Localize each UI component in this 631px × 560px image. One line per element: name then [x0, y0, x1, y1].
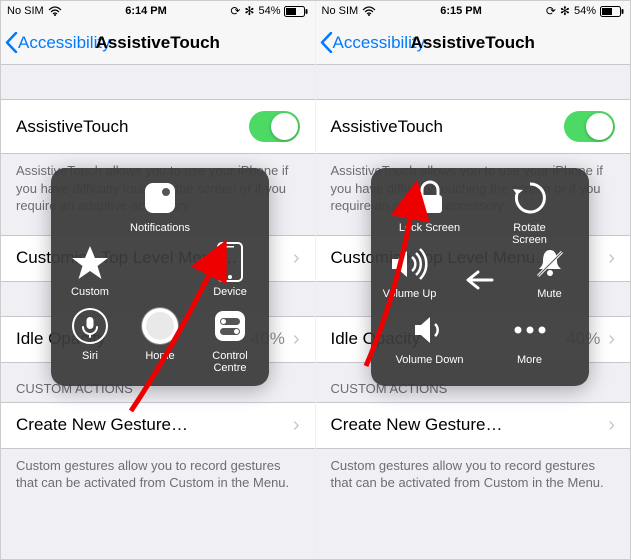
- wifi-icon: [48, 6, 62, 16]
- control-centre-icon: [210, 306, 250, 346]
- at-item-device[interactable]: Device: [195, 242, 265, 298]
- row-create-gesture[interactable]: Create New Gesture… ›: [316, 402, 631, 449]
- row-assistivetouch-toggle[interactable]: AssistiveTouch: [1, 99, 315, 154]
- bluetooth-icon: ✻: [244, 4, 254, 18]
- screenshot-left: No SIM 6:14 PM ⟳ ✻ 54% Accessibility Ass…: [1, 1, 316, 559]
- carrier-text: No SIM: [322, 5, 359, 17]
- lock-icon: [410, 178, 450, 218]
- bluetooth-icon: ✻: [560, 4, 570, 18]
- chevron-right-icon: ›: [293, 328, 300, 351]
- at-item-volume-down[interactable]: Volume Down: [395, 310, 465, 366]
- battery-icon: [284, 6, 308, 17]
- at-item-rotate-screen[interactable]: Rotate Screen: [495, 178, 565, 246]
- status-bar: No SIM 6:15 PM ⟳ ✻ 54%: [316, 1, 631, 21]
- status-time: 6:15 PM: [440, 5, 482, 17]
- volume-up-icon: [390, 244, 430, 284]
- back-button[interactable]: Accessibility: [316, 32, 426, 53]
- row-create-gesture[interactable]: Create New Gesture… ›: [1, 402, 315, 449]
- nav-bar: Accessibility AssistiveTouch: [1, 21, 315, 65]
- status-bar: No SIM 6:14 PM ⟳ ✻ 54%: [1, 1, 315, 21]
- toggle-on[interactable]: [249, 111, 300, 142]
- at-item-control-centre[interactable]: Control Centre: [195, 306, 265, 374]
- wifi-icon: [362, 6, 376, 16]
- back-arrow-icon: [460, 260, 500, 300]
- star-icon: [70, 242, 110, 282]
- chevron-right-icon: ›: [608, 247, 615, 270]
- at-item-volume-up[interactable]: Volume Up: [375, 244, 445, 300]
- assistivetouch-menu: Notifications Custom Device: [51, 168, 269, 386]
- row-assistivetouch-toggle[interactable]: AssistiveTouch: [316, 99, 631, 154]
- carrier-text: No SIM: [7, 5, 44, 17]
- create-gesture-desc: Custom gestures allow you to record gest…: [1, 449, 315, 512]
- orientation-lock-icon: ⟳: [230, 4, 240, 18]
- at-item-custom[interactable]: Custom: [55, 242, 125, 298]
- nav-title: AssistiveTouch: [96, 33, 220, 53]
- device-icon: [210, 242, 250, 282]
- status-time: 6:14 PM: [125, 5, 167, 17]
- create-gesture-desc: Custom gestures allow you to record gest…: [316, 449, 631, 512]
- at-item-home[interactable]: Home: [125, 306, 195, 362]
- back-chevron-icon: [320, 32, 333, 53]
- chevron-right-icon: ›: [293, 247, 300, 270]
- at-item-back[interactable]: [445, 260, 515, 300]
- assistivetouch-device-submenu: Lock Screen Rotate Screen Volume Up: [371, 168, 589, 386]
- row-label: AssistiveTouch: [16, 117, 128, 137]
- toggle-on[interactable]: [564, 111, 615, 142]
- home-icon: [140, 306, 180, 346]
- notifications-icon: [140, 178, 180, 218]
- at-item-lock-screen[interactable]: Lock Screen: [395, 178, 465, 234]
- back-chevron-icon: [5, 32, 18, 53]
- row-label: Create New Gesture…: [16, 415, 188, 435]
- at-item-siri[interactable]: Siri: [55, 306, 125, 362]
- mute-icon: [530, 244, 570, 284]
- volume-down-icon: [410, 310, 450, 350]
- nav-title: AssistiveTouch: [411, 33, 535, 53]
- at-item-mute[interactable]: Mute: [515, 244, 585, 300]
- chevron-right-icon: ›: [608, 328, 615, 351]
- orientation-lock-icon: ⟳: [546, 4, 556, 18]
- chevron-right-icon: ›: [608, 414, 615, 437]
- row-label: AssistiveTouch: [331, 117, 443, 137]
- rotate-icon: [510, 178, 550, 218]
- battery-icon: [600, 6, 624, 17]
- battery-percent: 54%: [258, 5, 280, 17]
- more-icon: [510, 310, 550, 350]
- chevron-right-icon: ›: [293, 414, 300, 437]
- at-item-more[interactable]: More: [495, 310, 565, 366]
- siri-icon: [70, 306, 110, 346]
- battery-percent: 54%: [574, 5, 596, 17]
- screenshot-right: No SIM 6:15 PM ⟳ ✻ 54% Accessibility Ass…: [316, 1, 631, 559]
- row-label: Create New Gesture…: [331, 415, 503, 435]
- back-button[interactable]: Accessibility: [1, 32, 111, 53]
- at-item-notifications[interactable]: Notifications: [125, 178, 195, 234]
- nav-bar: Accessibility AssistiveTouch: [316, 21, 631, 65]
